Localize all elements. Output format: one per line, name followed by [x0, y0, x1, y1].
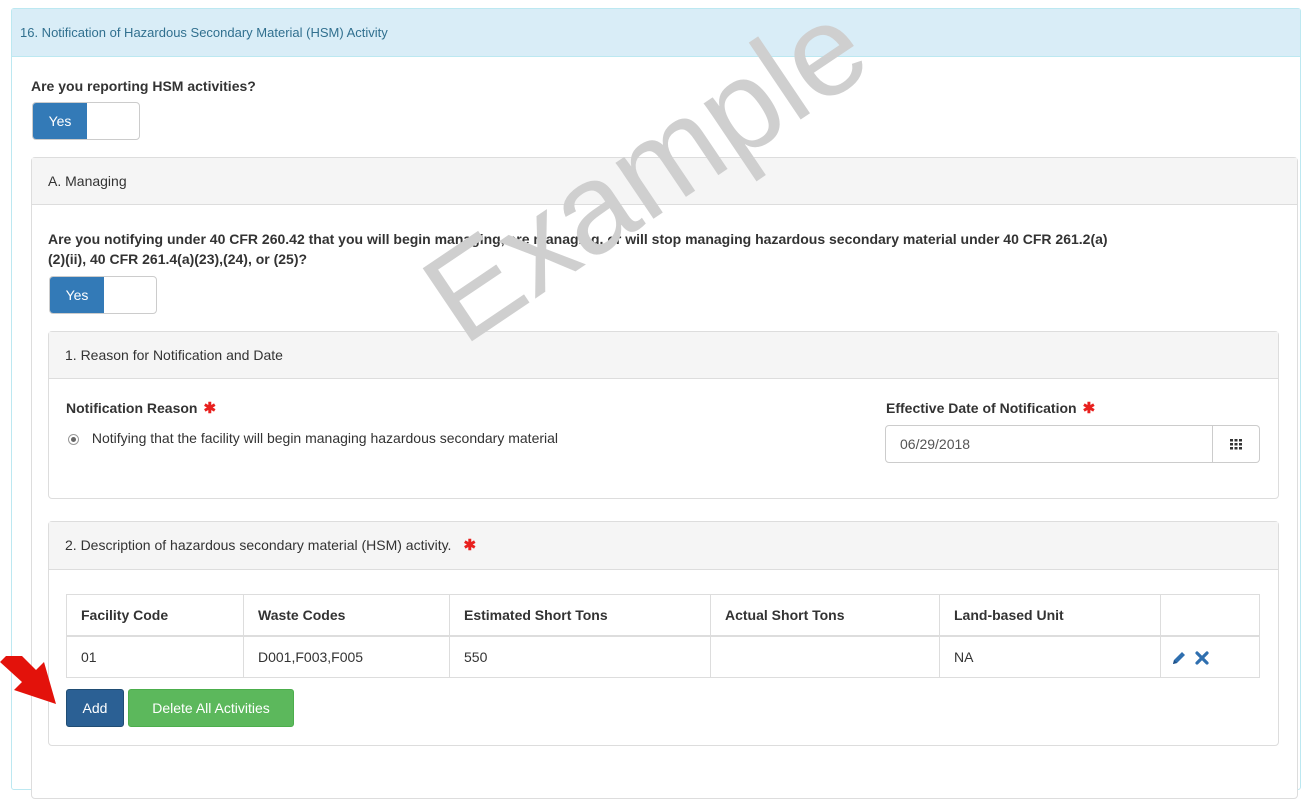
cell-actions: [1160, 635, 1260, 678]
radio-selected-icon[interactable]: [68, 433, 79, 445]
reason-heading: 1. Reason for Notification and Date: [49, 332, 1278, 379]
header-actual-short-tons: Actual Short Tons: [710, 594, 940, 637]
header-facility-code: Facility Code: [66, 594, 244, 637]
cell-waste-codes: D001,F003,F005: [243, 635, 450, 678]
header-waste-codes: Waste Codes: [243, 594, 450, 637]
table-row: 01 D001,F003,F005 550 NA: [66, 635, 1260, 678]
toggle-yes-label: Yes: [33, 103, 87, 139]
calendar-icon: [1230, 439, 1242, 450]
reason-option-label: Notifying that the facility will begin m…: [91, 430, 559, 446]
toggle-yes-label: Yes: [50, 277, 104, 313]
header-land-based-unit: Land-based Unit: [939, 594, 1161, 637]
required-icon: ✱: [1082, 400, 1096, 417]
reporting-question: Are you reporting HSM activities?: [31, 78, 256, 94]
calendar-button[interactable]: [1213, 425, 1260, 463]
pencil-icon[interactable]: [1171, 650, 1187, 666]
managing-question: Are you notifying under 40 CFR 260.42 th…: [48, 229, 1288, 269]
description-heading-text: 2. Description of hazardous secondary ma…: [65, 537, 452, 553]
header-actions: [1160, 594, 1260, 637]
description-heading: 2. Description of hazardous secondary ma…: [49, 522, 1278, 570]
managing-toggle[interactable]: Yes: [49, 276, 157, 314]
managing-question-line2: (2)(ii), 40 CFR 261.4(a)(23),(24), or (2…: [48, 251, 308, 267]
reporting-toggle[interactable]: Yes: [32, 102, 140, 140]
reason-label-text: Notification Reason: [66, 400, 198, 416]
effective-date-label: Effective Date of Notification ✱: [886, 399, 1095, 417]
cell-actual-short-tons: [710, 635, 940, 678]
add-button[interactable]: Add: [66, 689, 124, 727]
managing-heading: A. Managing: [32, 158, 1297, 205]
required-icon: ✱: [463, 537, 477, 554]
delete-all-activities-button[interactable]: Delete All Activities: [128, 689, 294, 727]
reason-option[interactable]: Notifying that the facility will begin m…: [68, 430, 558, 446]
close-icon[interactable]: [1195, 651, 1209, 665]
cell-estimated-short-tons: 550: [449, 635, 711, 678]
effective-date-input[interactable]: 06/29/2018: [885, 425, 1213, 463]
activity-table: Facility Code Waste Codes Estimated Shor…: [66, 594, 1260, 678]
cell-land-based-unit: NA: [939, 635, 1161, 678]
managing-question-line1: Are you notifying under 40 CFR 260.42 th…: [48, 231, 1108, 247]
notification-reason-label: Notification Reason ✱: [66, 399, 216, 417]
red-arrow-icon: [0, 656, 56, 704]
table-header-row: Facility Code Waste Codes Estimated Shor…: [66, 594, 1260, 637]
section-heading: 16. Notification of Hazardous Secondary …: [12, 9, 1300, 57]
required-icon: ✱: [203, 400, 217, 417]
header-estimated-short-tons: Estimated Short Tons: [449, 594, 711, 637]
cell-facility-code: 01: [66, 635, 244, 678]
date-label-text: Effective Date of Notification: [886, 400, 1077, 416]
